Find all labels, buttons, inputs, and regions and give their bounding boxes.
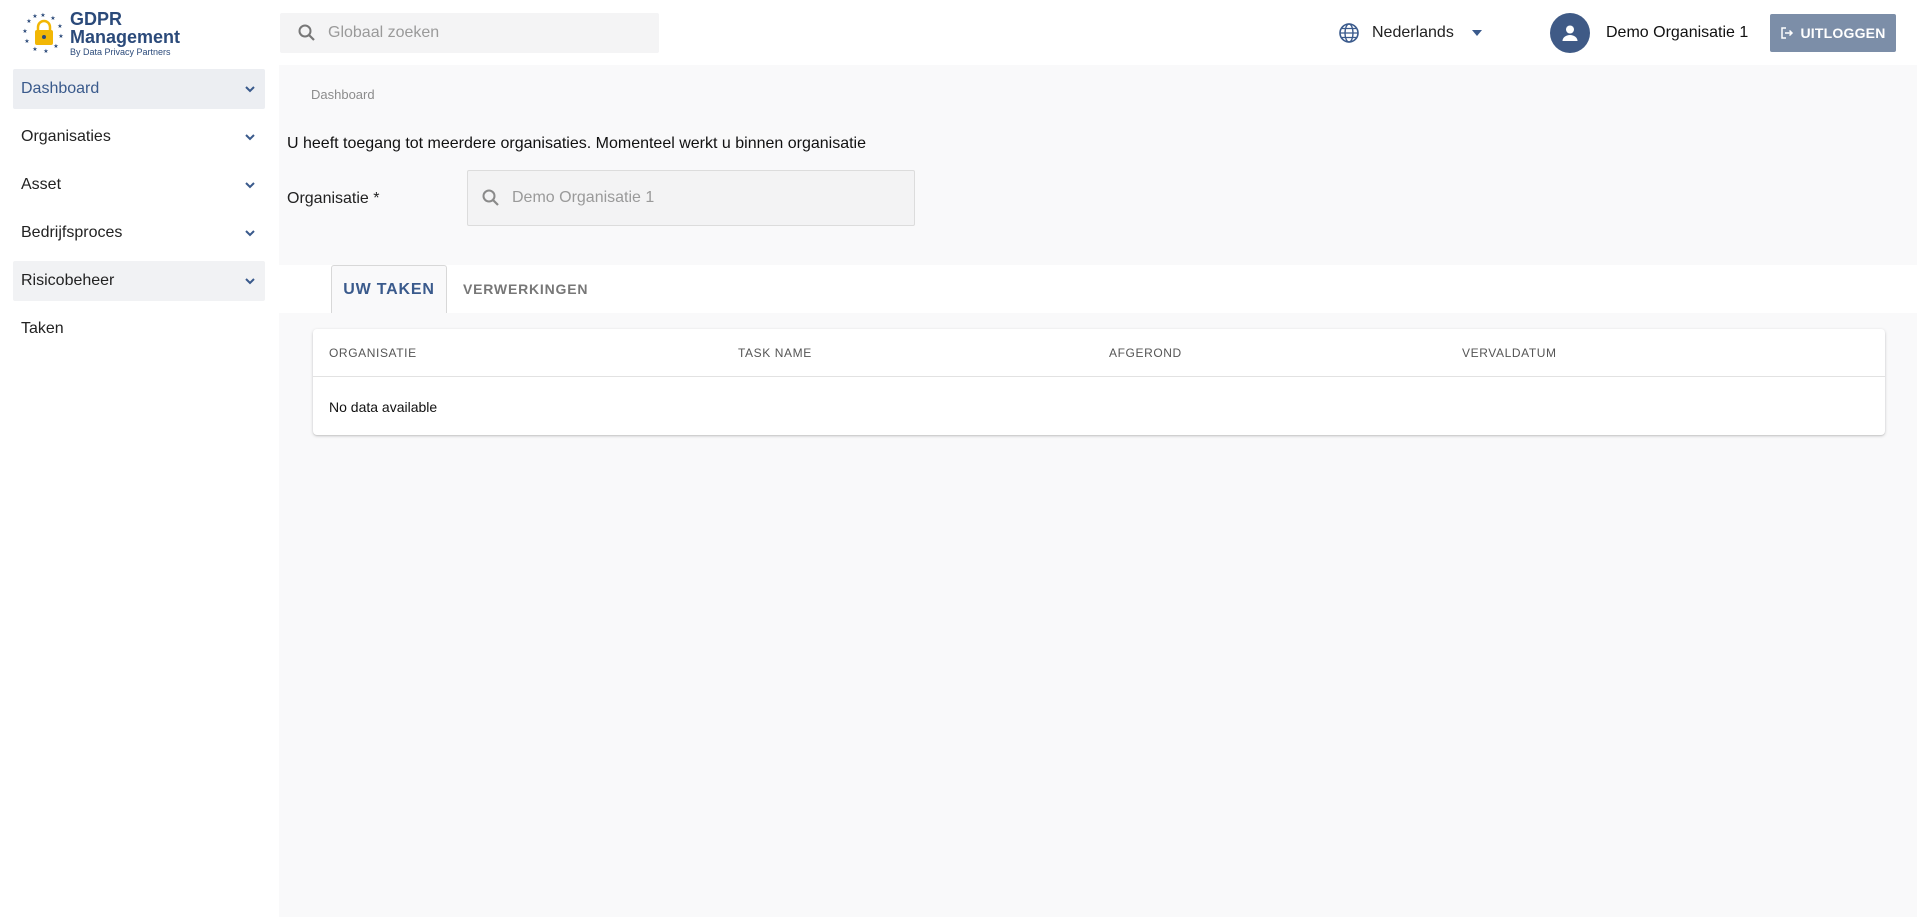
logout-label: UITLOGGEN bbox=[1800, 25, 1886, 41]
svg-text:★: ★ bbox=[32, 13, 37, 20]
logo-subtitle: By Data Privacy Partners bbox=[70, 46, 171, 57]
language-label: Nederlands bbox=[1372, 24, 1454, 41]
sidebar-item-organisaties[interactable]: Organisaties bbox=[13, 117, 265, 157]
globe-icon bbox=[1339, 23, 1359, 43]
svg-text:★: ★ bbox=[53, 43, 58, 50]
sidebar-item-label: Risicobeheer bbox=[21, 272, 115, 289]
column-header-afgerond[interactable]: AFGEROND bbox=[1109, 346, 1182, 360]
table-empty-message: No data available bbox=[329, 399, 438, 415]
sidebar-item-label: Taken bbox=[21, 320, 64, 337]
sidebar-item-taken[interactable]: Taken bbox=[13, 309, 265, 349]
sidebar-nav: Dashboard Organisaties Asset Bedrijfspro… bbox=[13, 69, 265, 357]
avatar bbox=[1550, 13, 1590, 53]
svg-text:★: ★ bbox=[26, 18, 31, 25]
svg-text:★: ★ bbox=[57, 23, 62, 30]
logout-icon bbox=[1781, 27, 1794, 39]
global-search bbox=[280, 13, 659, 53]
column-header-task-name[interactable]: TASK NAME bbox=[738, 346, 812, 360]
organisation-search-input[interactable] bbox=[510, 188, 814, 208]
caret-down-icon bbox=[1471, 30, 1482, 36]
tab-uw-taken[interactable]: UW TAKEN bbox=[331, 265, 447, 313]
sidebar-item-dashboard[interactable]: Dashboard bbox=[13, 69, 265, 109]
svg-text:★: ★ bbox=[43, 48, 48, 55]
app-logo[interactable]: ★ ★ ★ ★ ★ ★ ★ ★ ★ ★ ★ GDPR Management By… bbox=[22, 8, 222, 57]
sidebar-item-label: Dashboard bbox=[21, 80, 100, 97]
column-header-organisatie[interactable]: ORGANISATIE bbox=[329, 346, 417, 360]
search-icon bbox=[482, 189, 499, 206]
svg-text:★: ★ bbox=[58, 33, 63, 40]
chevron-down-icon bbox=[245, 230, 255, 237]
organisation-notice: U heeft toegang tot meerdere organisatie… bbox=[287, 135, 867, 152]
user-name: Demo Organisatie 1 bbox=[1606, 24, 1749, 41]
svg-text:★: ★ bbox=[32, 46, 37, 53]
chevron-down-icon bbox=[245, 134, 255, 141]
column-header-vervaldatum[interactable]: VERVALDATUM bbox=[1462, 346, 1557, 360]
svg-text:★: ★ bbox=[22, 28, 27, 35]
breadcrumb[interactable]: Dashboard bbox=[311, 87, 375, 102]
sidebar-item-label: Asset bbox=[21, 176, 62, 193]
table-header: ORGANISATIE TASK NAME AFGEROND VERVALDAT… bbox=[313, 329, 1885, 377]
chevron-down-icon bbox=[245, 182, 255, 189]
tab-verwerkingen[interactable]: VERWERKINGEN bbox=[463, 265, 588, 313]
svg-text:★: ★ bbox=[50, 15, 55, 22]
sidebar-item-asset[interactable]: Asset bbox=[13, 165, 265, 205]
svg-text:★: ★ bbox=[24, 38, 29, 45]
sidebar-item-risicobeheer[interactable]: Risicobeheer bbox=[13, 261, 265, 301]
language-selector[interactable]: Nederlands bbox=[1338, 18, 1482, 48]
padlock-stars-logo-icon: ★ ★ ★ ★ ★ ★ ★ ★ ★ ★ ★ bbox=[22, 11, 66, 55]
logout-button[interactable]: UITLOGGEN bbox=[1770, 14, 1896, 52]
global-search-input[interactable] bbox=[326, 23, 630, 43]
chevron-down-icon bbox=[245, 278, 255, 285]
tab-bar: UW TAKEN VERWERKINGEN bbox=[279, 265, 1917, 313]
person-icon bbox=[1562, 25, 1578, 41]
organisation-select[interactable] bbox=[467, 170, 915, 226]
logo-title: GDPR Management bbox=[70, 8, 181, 47]
sidebar-item-label: Bedrijfsproces bbox=[21, 224, 123, 241]
search-icon bbox=[298, 24, 315, 41]
main-content: Dashboard U heeft toegang tot meerdere o… bbox=[279, 65, 1917, 917]
sidebar-item-label: Organisaties bbox=[21, 128, 111, 145]
chevron-down-icon bbox=[245, 86, 255, 93]
user-menu[interactable]: Demo Organisatie 1 bbox=[1550, 12, 1748, 54]
svg-text:★: ★ bbox=[40, 12, 45, 19]
sidebar-item-bedrijfsproces[interactable]: Bedrijfsproces bbox=[13, 213, 265, 253]
organisation-label: Organisatie * bbox=[287, 190, 380, 207]
tasks-table: ORGANISATIE TASK NAME AFGEROND VERVALDAT… bbox=[313, 329, 1885, 435]
